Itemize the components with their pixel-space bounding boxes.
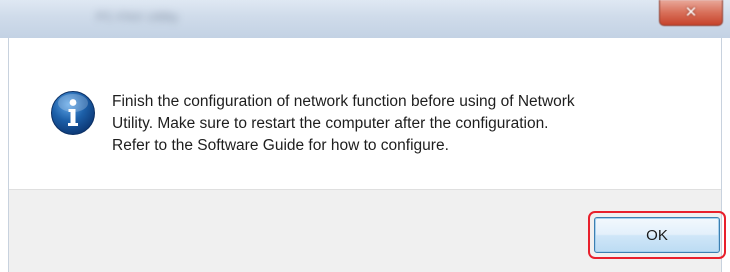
window-title: PC-FAX Utility — [96, 9, 179, 24]
message-dialog: PC-FAX Utility ✕ Finish the configuratio… — [0, 0, 730, 272]
info-icon — [51, 91, 95, 135]
close-icon: ✕ — [684, 3, 698, 21]
dialog-message: Finish the configuration of network func… — [112, 91, 712, 157]
close-button[interactable]: ✕ — [659, 0, 723, 26]
message-line: Finish the configuration of network func… — [112, 93, 575, 110]
message-line: Utility. Make sure to restart the comput… — [112, 115, 549, 132]
ok-button[interactable]: OK — [594, 217, 720, 253]
title-bar[interactable]: PC-FAX Utility ✕ — [0, 0, 730, 38]
message-line: Refer to the Software Guide for how to c… — [112, 137, 449, 154]
